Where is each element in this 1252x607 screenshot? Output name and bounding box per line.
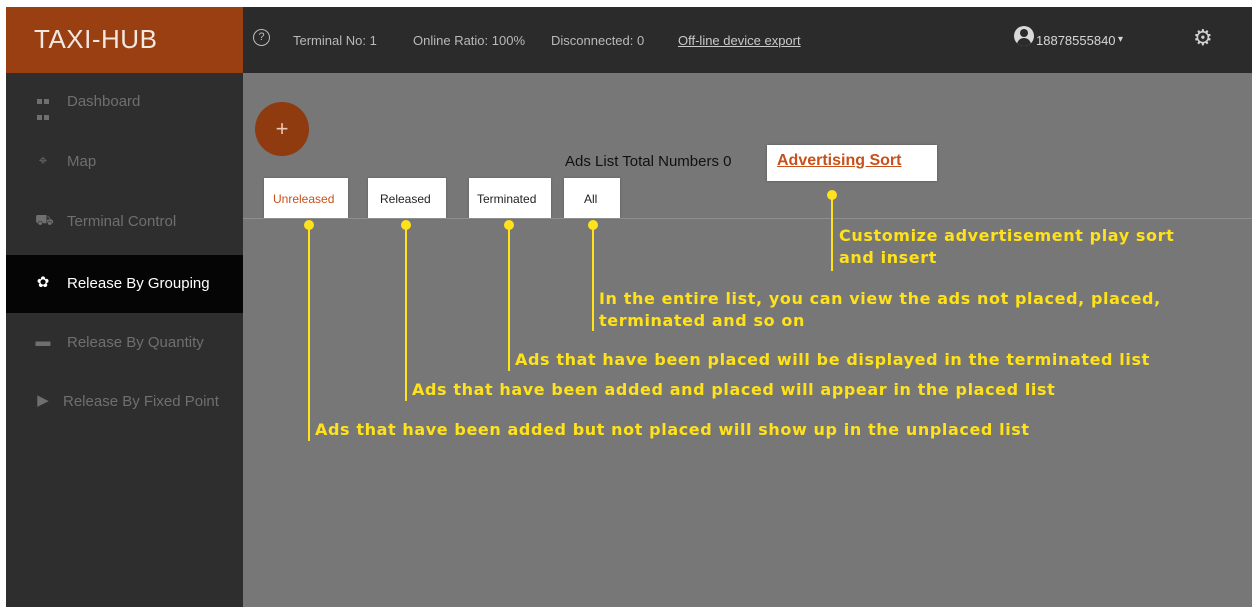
annotation-all-line1: In the entire list, you can view the ads… — [599, 289, 1161, 308]
online-ratio: Online Ratio: 100% — [413, 33, 526, 48]
sidebar-item-map[interactable]: ⌖ Map — [6, 133, 243, 191]
disconnected-count: Disconnected: 0 — [551, 33, 645, 48]
advertising-sort-button[interactable]: Advertising Sort — [767, 145, 937, 181]
tab-label: Terminated — [477, 192, 537, 206]
sidebar: Dashboard ⌖ Map ⛟ Terminal Control ✿ Rel… — [6, 73, 243, 607]
help-icon[interactable]: ? — [253, 29, 270, 46]
dashboard-icon — [35, 93, 51, 120]
tab-label: Unreleased — [273, 192, 335, 206]
sidebar-item-label: Release By Grouping — [67, 275, 210, 292]
tab-label: All — [584, 192, 598, 206]
group-icon: ✿ — [36, 274, 50, 291]
chevron-down-icon[interactable]: ▾ — [1118, 34, 1123, 45]
tab-terminated[interactable]: Terminated — [469, 178, 551, 218]
terminal-no: Terminal No: 1 — [293, 33, 377, 48]
annotation-line — [831, 195, 833, 271]
annotation-line — [592, 225, 594, 331]
tab-unreleased[interactable]: Unreleased — [264, 178, 348, 218]
annotation-released: Ads that have been added and placed will… — [412, 380, 1056, 399]
sidebar-item-terminal-control[interactable]: ⛟ Terminal Control — [6, 193, 243, 251]
sidebar-item-release-by-grouping[interactable]: ✿ Release By Grouping — [6, 255, 243, 313]
annotation-line — [508, 225, 510, 371]
annotation-sort-line2: and insert — [839, 248, 937, 267]
quantity-icon: ▬ — [35, 333, 51, 350]
top-bar: TAXI-HUB ? Terminal No: 1 Online Ratio: … — [6, 7, 1252, 73]
gear-icon[interactable]: ⚙ — [1193, 27, 1213, 49]
annotation-line — [308, 225, 310, 441]
divider — [243, 218, 1252, 219]
play-icon: ▶ — [37, 392, 49, 409]
ads-list-total: Ads List Total Numbers 0 — [565, 153, 732, 170]
user-account[interactable]: 18878555840 — [1036, 33, 1116, 48]
offline-export-link[interactable]: Off-line device export — [678, 33, 801, 48]
annotation-sort-line1: Customize advertisement play sort — [839, 226, 1175, 245]
sidebar-item-label: Release By Quantity — [67, 334, 204, 351]
app-frame: TAXI-HUB ? Terminal No: 1 Online Ratio: … — [6, 7, 1252, 607]
tab-all[interactable]: All — [564, 178, 620, 218]
map-icon: ⌖ — [38, 152, 48, 169]
logo-text: TAXI-HUB — [34, 24, 158, 54]
main-content: + Ads List Total Numbers 0 Advertising S… — [243, 73, 1252, 607]
add-button[interactable]: + — [255, 102, 309, 156]
logo[interactable]: TAXI-HUB — [6, 7, 243, 73]
annotation-unreleased: Ads that have been added but not placed … — [315, 420, 1030, 439]
advertising-sort-label: Advertising Sort — [777, 152, 902, 169]
tab-released[interactable]: Released — [368, 178, 446, 218]
sidebar-item-release-by-quantity[interactable]: ▬ Release By Quantity — [6, 314, 243, 372]
sidebar-item-label: Map — [67, 153, 97, 170]
sidebar-item-dashboard[interactable]: Dashboard — [6, 73, 243, 131]
annotation-all-line2: terminated and so on — [599, 311, 805, 330]
annotation-terminated: Ads that have been placed will be displa… — [515, 350, 1150, 369]
sidebar-item-release-by-fixed-point[interactable]: ▶ Release By Fixed Point — [6, 373, 243, 431]
sidebar-item-label: Dashboard — [67, 93, 141, 110]
annotation-line — [405, 225, 407, 401]
tab-label: Released — [380, 192, 431, 206]
user-avatar-icon[interactable] — [1014, 26, 1034, 46]
sidebar-item-label: Release By Fixed Point — [63, 393, 219, 410]
sidebar-item-label: Terminal Control — [67, 213, 177, 230]
car-icon: ⛟ — [35, 212, 54, 229]
